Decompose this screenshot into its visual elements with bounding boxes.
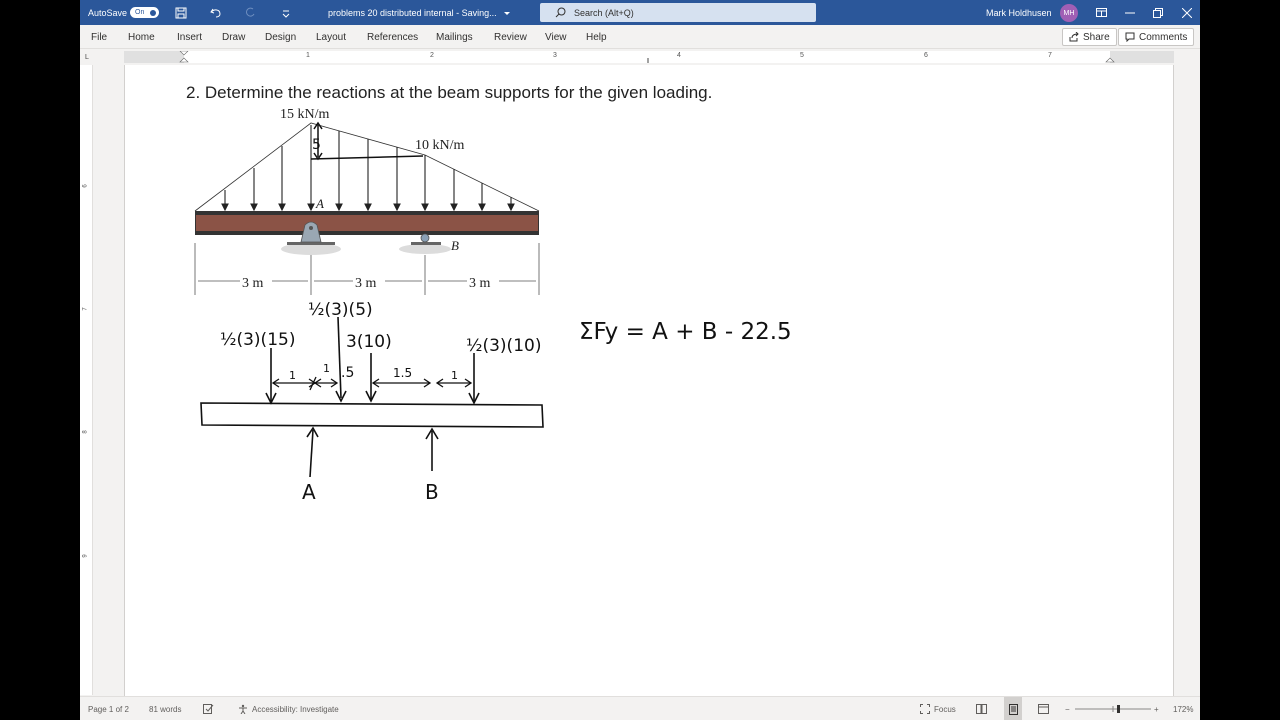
page-count[interactable]: Page 1 of 2 [88, 697, 129, 720]
document-title[interactable]: problems 20 distributed internal - Savin… [328, 0, 512, 25]
tab-help[interactable]: Help [586, 25, 607, 49]
support-a-label: A [315, 196, 324, 211]
tab-view[interactable]: View [545, 25, 567, 49]
word-window: AutoSave On problems 20 distributed inte… [80, 0, 1200, 720]
comments-button[interactable]: Comments [1118, 28, 1195, 46]
ribbon-display-icon[interactable] [1086, 0, 1116, 25]
force-label-1: ½(3)(15) [220, 330, 295, 350]
tab-review[interactable]: Review [494, 25, 527, 49]
fbd-dim-1: 1 [289, 369, 296, 382]
horizontal-ruler[interactable]: 1 2 3 4 5 6 7 [124, 51, 1174, 63]
comment-icon [1125, 32, 1135, 42]
autosave-state: On [135, 9, 145, 16]
fbd-force-arrows [265, 316, 480, 405]
ribbon-tabs: File Home Insert Draw Design Layout Refe… [80, 25, 1200, 49]
ruler-number: 9 [82, 554, 89, 558]
customize-toolbar-icon[interactable] [276, 0, 296, 25]
fbd-reaction-arrows [306, 426, 439, 478]
user-name[interactable]: Mark Holdhusen [986, 0, 1052, 25]
status-bar: Page 1 of 2 81 words Accessibility: Inve… [80, 696, 1200, 720]
fbd-dim-4: 1.5 [393, 366, 412, 380]
accessibility-status[interactable]: Accessibility: Investigate [238, 697, 339, 720]
minimize-icon[interactable] [1115, 0, 1145, 25]
height-mark: 5 [312, 137, 321, 153]
word-count[interactable]: 81 words [149, 697, 181, 720]
save-icon[interactable] [171, 0, 191, 25]
load-arrows [221, 125, 515, 212]
load-envelope [194, 122, 540, 212]
autosave-label: AutoSave [88, 7, 128, 18]
support-b-label: B [451, 238, 459, 253]
tab-layout[interactable]: Layout [316, 25, 346, 49]
focus-icon [920, 704, 930, 714]
zoom-in-button[interactable]: + [1154, 697, 1159, 720]
chevron-down-icon [503, 11, 510, 15]
accessibility-label: Accessibility: Investigate [252, 704, 339, 714]
tab-file[interactable]: File [91, 25, 107, 49]
share-button[interactable]: Share [1062, 28, 1117, 46]
tab-draw[interactable]: Draw [222, 25, 245, 49]
toggle-knob [150, 10, 156, 16]
tab-selector[interactable]: L [80, 49, 94, 65]
ruler-number: 8 [82, 430, 89, 434]
document-title-text: problems 20 distributed internal - Savin… [328, 7, 497, 18]
avatar[interactable]: MH [1060, 4, 1078, 22]
print-layout-icon[interactable] [1004, 697, 1022, 720]
tab-mailings[interactable]: Mailings [436, 25, 473, 49]
load-right-label: 10 kN/m [415, 138, 465, 153]
fbd-beam [200, 402, 544, 428]
ruler-number: 6 [82, 184, 89, 188]
load-left-label: 15 kN/m [280, 107, 330, 122]
restore-icon[interactable] [1143, 0, 1173, 25]
tab-references[interactable]: References [367, 25, 418, 49]
ruler-number: 7 [82, 307, 89, 311]
fbd-dim-2: 1 [323, 362, 330, 375]
search-icon [555, 7, 566, 18]
autosave-toggle[interactable]: On [130, 7, 159, 18]
span-label-1: 3 m [242, 276, 264, 291]
vertical-ruler[interactable]: 6 7 8 9 [80, 65, 93, 695]
share-label: Share [1083, 31, 1110, 43]
redo-icon[interactable] [240, 0, 260, 25]
tab-design[interactable]: Design [265, 25, 296, 49]
span-label-2: 3 m [355, 276, 377, 291]
search-placeholder: Search (Alt+Q) [574, 7, 634, 18]
split-line-annotation [310, 121, 424, 161]
fbd-dim-5: 1 [451, 369, 458, 382]
equilibrium-equation: ΣFy = A + B - 22.5 [579, 319, 792, 345]
comments-label: Comments [1139, 31, 1188, 43]
beam [196, 215, 538, 231]
title-bar: AutoSave On problems 20 distributed inte… [80, 0, 1200, 25]
search-input[interactable]: Search (Alt+Q) [540, 3, 816, 22]
read-mode-icon[interactable] [976, 697, 987, 720]
ruler-indent-markers[interactable] [124, 51, 1174, 63]
focus-button[interactable]: Focus [920, 697, 956, 720]
tab-insert[interactable]: Insert [177, 25, 202, 49]
web-layout-icon[interactable] [1038, 697, 1049, 720]
share-icon [1069, 32, 1079, 42]
force-label-3: 3(10) [346, 332, 392, 352]
span-label-3: 3 m [469, 276, 491, 291]
zoom-out-button[interactable]: − [1065, 697, 1070, 720]
fbd-dimension-arrows [271, 376, 473, 391]
force-label-2: ½(3)(5) [308, 300, 373, 320]
undo-icon[interactable] [206, 0, 226, 25]
proofing-icon[interactable] [203, 697, 214, 720]
force-label-4: ½(3)(10) [466, 336, 541, 356]
zoom-level[interactable]: 172% [1173, 697, 1193, 720]
reaction-b-label: B [425, 480, 439, 504]
zoom-slider[interactable] [1075, 697, 1151, 720]
tab-home[interactable]: Home [128, 25, 155, 49]
fbd-dim-3: .5 [341, 365, 354, 381]
roller-support-b [399, 233, 451, 254]
beam-figure: 15 kN/m 10 kN/m 5 A B 3 m 3 m 3 m ½(3)(1… [194, 107, 792, 504]
focus-label: Focus [934, 704, 956, 714]
reaction-a-label: A [302, 480, 316, 504]
document-page[interactable]: 2. Determine the reactions at the beam s… [124, 65, 1174, 696]
close-icon[interactable] [1172, 0, 1200, 25]
accessibility-icon [239, 704, 247, 714]
